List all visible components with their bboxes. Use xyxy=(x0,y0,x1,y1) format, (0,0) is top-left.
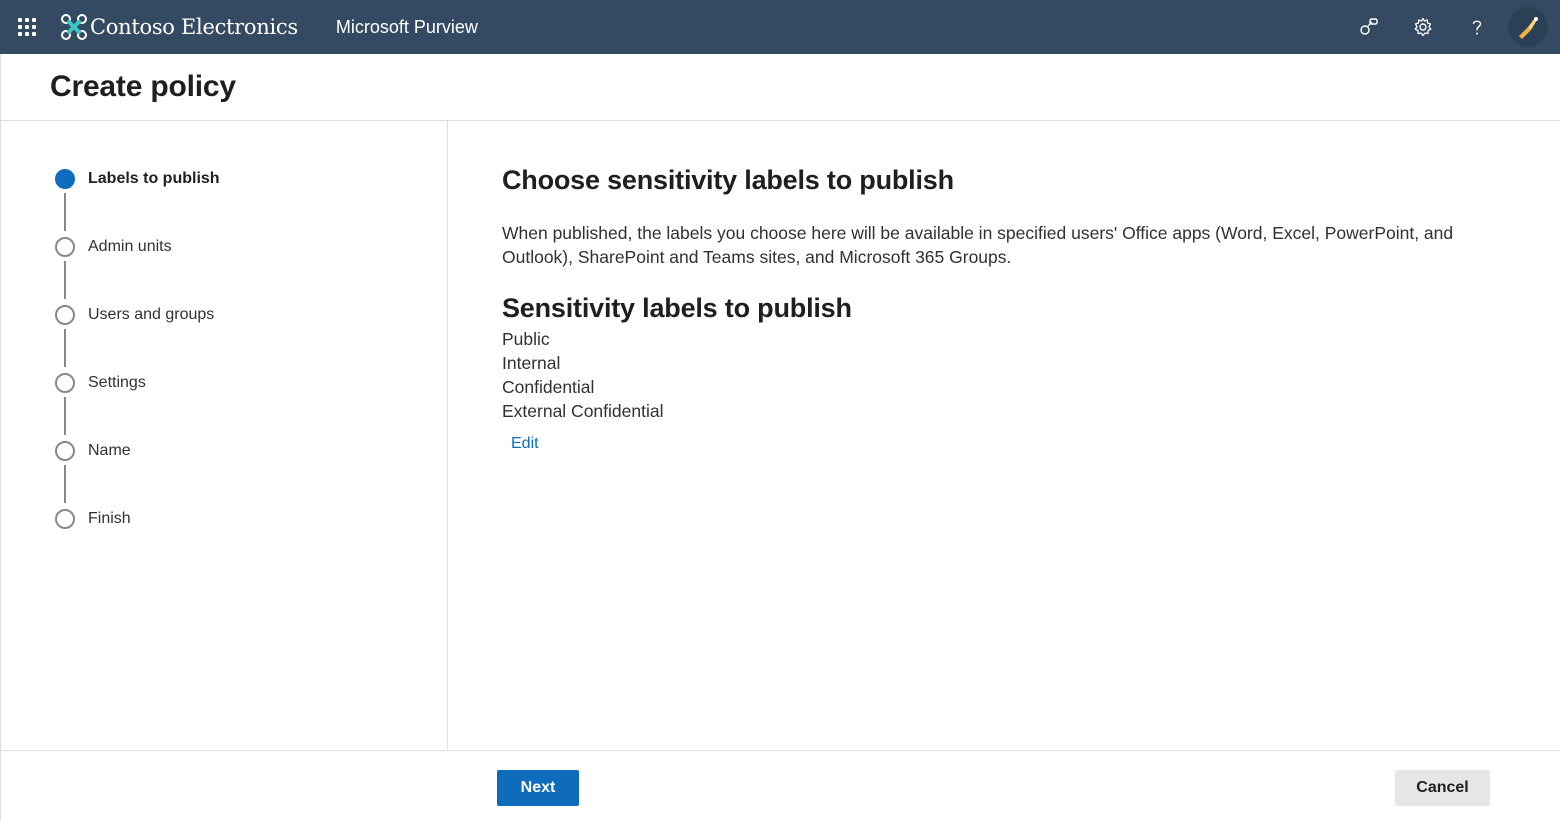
step-connector xyxy=(64,193,66,231)
top-navigation-bar: Contoso Electronics Microsoft Purview xyxy=(0,0,1560,54)
step-label: Labels to publish xyxy=(88,170,220,187)
list-item: External Confidential xyxy=(502,401,664,421)
step-label: Admin units xyxy=(88,238,172,255)
gear-icon xyxy=(1414,17,1432,37)
list-item: Public xyxy=(502,329,550,349)
cancel-button[interactable]: Cancel xyxy=(1395,770,1490,806)
step-admin-units[interactable]: Admin units xyxy=(55,237,172,257)
step-pending-icon xyxy=(55,305,75,325)
app-launcher-icon xyxy=(18,18,36,36)
wizard-footer: Next Cancel xyxy=(0,750,1560,820)
step-users-and-groups[interactable]: Users and groups xyxy=(55,305,214,325)
step-settings[interactable]: Settings xyxy=(55,373,146,393)
step-pending-icon xyxy=(55,441,75,461)
org-brand[interactable]: Contoso Electronics xyxy=(60,0,298,54)
next-button[interactable]: Next xyxy=(497,770,579,806)
edit-labels-link[interactable]: Edit xyxy=(511,435,539,453)
step-current-icon xyxy=(55,169,75,189)
help-icon xyxy=(1472,20,1482,35)
wizard-content: Choose sensitivity labels to publish Whe… xyxy=(449,121,1560,750)
step-label: Name xyxy=(88,442,131,459)
avatar-icon xyxy=(1519,17,1538,39)
step-connector xyxy=(64,397,66,435)
selected-labels-list: Public Internal Confidential External Co… xyxy=(502,327,663,423)
topbar-actions xyxy=(1342,0,1560,54)
user-avatar[interactable] xyxy=(1508,7,1548,47)
page-header: Create policy xyxy=(0,54,1560,121)
help-button[interactable] xyxy=(1450,0,1504,54)
content-heading: Choose sensitivity labels to publish xyxy=(502,165,954,195)
settings-button[interactable] xyxy=(1396,0,1450,54)
step-label: Users and groups xyxy=(88,306,215,323)
content-description: When published, the labels you choose he… xyxy=(502,223,1454,267)
app-name[interactable]: Microsoft Purview xyxy=(336,17,478,38)
step-pending-icon xyxy=(55,373,75,393)
feedback-button[interactable] xyxy=(1342,0,1396,54)
list-item: Internal xyxy=(502,353,561,373)
step-name[interactable]: Name xyxy=(55,441,131,461)
wizard-stepper: Labels to publish Admin units Users and … xyxy=(0,121,448,750)
section-heading: Sensitivity labels to publish xyxy=(502,293,852,323)
step-labels-to-publish[interactable]: Labels to publish xyxy=(55,169,220,189)
feedback-icon xyxy=(1360,18,1378,35)
step-pending-icon xyxy=(55,509,75,529)
app-launcher-button[interactable] xyxy=(0,0,54,54)
page-title: Create policy xyxy=(50,70,236,103)
org-name: Contoso Electronics xyxy=(90,15,298,39)
step-connector xyxy=(64,261,66,299)
step-connector xyxy=(64,329,66,367)
step-finish[interactable]: Finish xyxy=(55,509,131,529)
step-label: Settings xyxy=(88,374,146,391)
step-pending-icon xyxy=(55,237,75,257)
step-connector xyxy=(64,465,66,503)
list-item: Confidential xyxy=(502,377,595,397)
contoso-logo-icon xyxy=(61,14,87,40)
step-label: Finish xyxy=(88,510,131,527)
